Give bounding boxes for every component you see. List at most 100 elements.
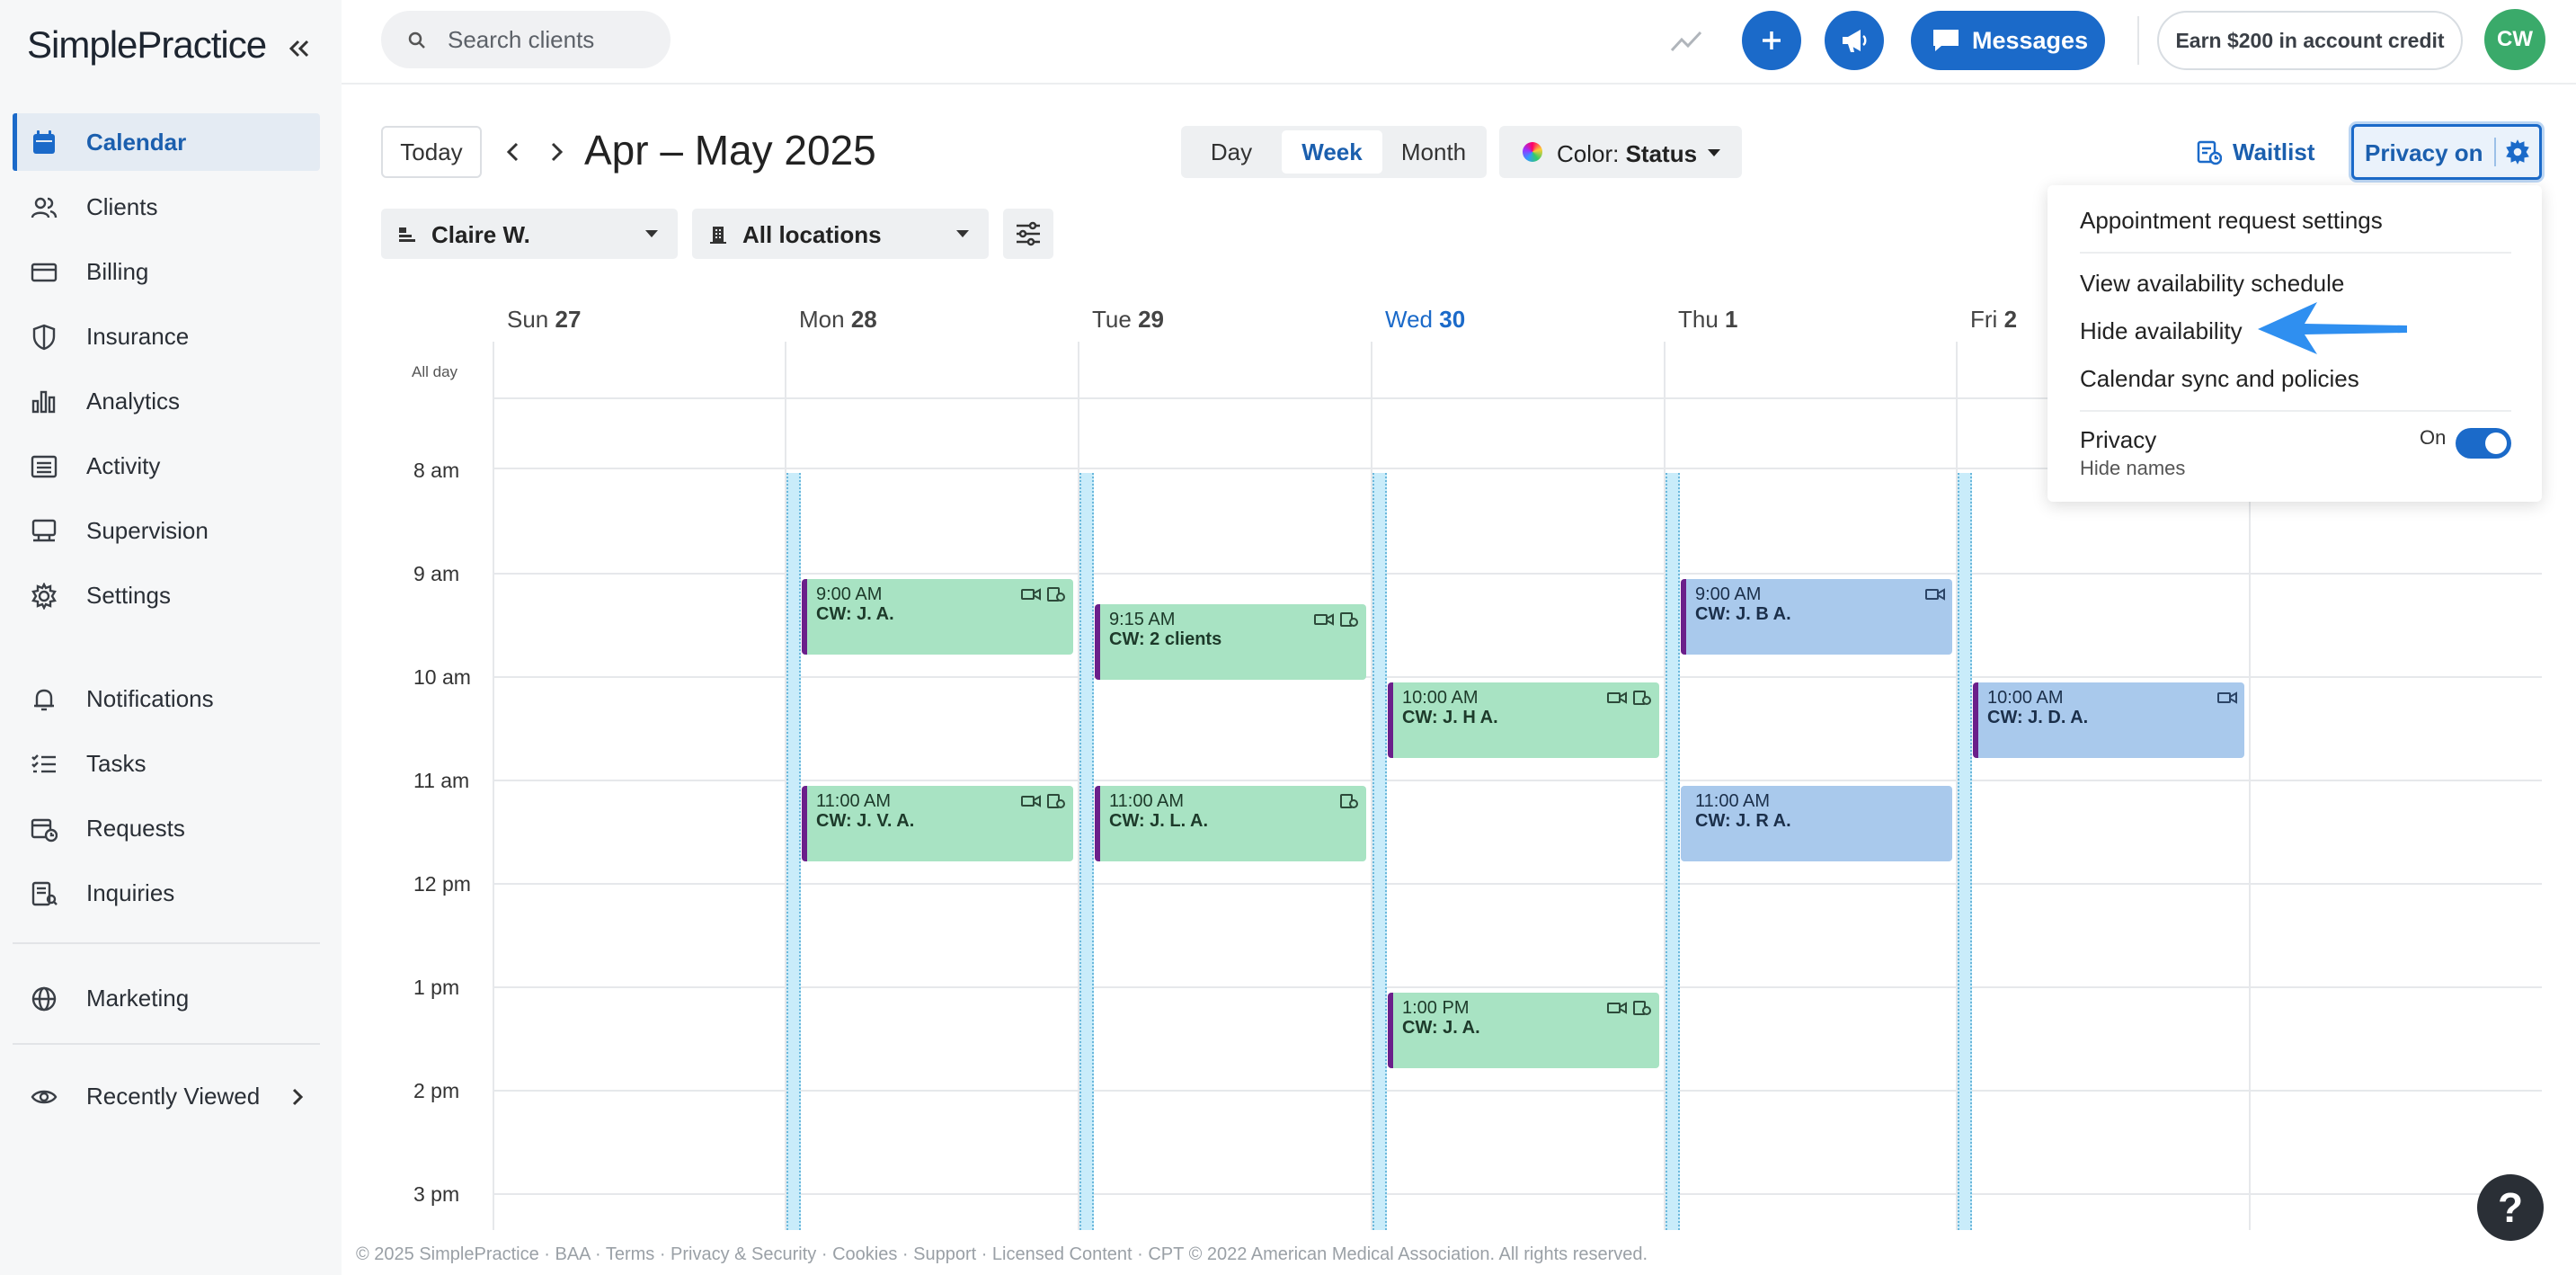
- sidebar-item-marketing[interactable]: Marketing: [13, 969, 320, 1027]
- privacy-button-divider: [2494, 138, 2496, 166]
- day-name: Tue: [1092, 306, 1132, 333]
- search-input[interactable]: [448, 23, 654, 56]
- sidebar-item-label: Supervision: [86, 516, 209, 544]
- menu-item-hide-availability[interactable]: Hide availability: [2080, 317, 2243, 345]
- today-button[interactable]: Today: [381, 126, 482, 178]
- avatar[interactable]: CW: [2484, 9, 2545, 70]
- location-dropdown[interactable]: All locations: [692, 209, 989, 259]
- next-button[interactable]: [541, 137, 572, 167]
- color-status-dropdown[interactable]: Color: Status: [1499, 126, 1742, 178]
- sidebar-item-recently-viewed[interactable]: Recently Viewed: [13, 1067, 320, 1125]
- waitlist-button[interactable]: Waitlist: [2197, 131, 2314, 173]
- help-button[interactable]: ?: [2477, 1174, 2544, 1241]
- collapse-sidebar-button[interactable]: [280, 31, 316, 67]
- calendar-check-icon: [1340, 612, 1358, 627]
- double-chevron-left-icon: [289, 40, 309, 58]
- day-header-fri[interactable]: Fri 2: [1970, 306, 2017, 334]
- appointment-card[interactable]: 9:00 AM CW: J. B A.: [1681, 579, 1952, 655]
- menu-item-appointment-request-settings[interactable]: Appointment request settings: [2080, 207, 2383, 235]
- menu-item-view-availability-schedule[interactable]: View availability schedule: [2080, 270, 2344, 298]
- day-header-tue[interactable]: Tue 29: [1092, 306, 1164, 334]
- messages-button[interactable]: Messages: [1911, 11, 2105, 70]
- day-name: Sun: [507, 306, 549, 333]
- menu-item-calendar-sync[interactable]: Calendar sync and policies: [2080, 365, 2359, 393]
- appointment-card[interactable]: 10:00 AM CW: J. D. A.: [1973, 682, 2244, 758]
- day-number: 30: [1439, 306, 1466, 333]
- sidebar-item-requests[interactable]: Requests: [13, 799, 320, 857]
- logo[interactable]: SimplePractice: [27, 23, 267, 67]
- appointment-client: CW: J. A.: [1402, 1018, 1480, 1038]
- day-name: Thu: [1678, 306, 1719, 333]
- previous-button[interactable]: [498, 137, 529, 167]
- sidebar-item-billing[interactable]: Billing: [13, 243, 320, 300]
- view-switcher: Day Week Month: [1181, 126, 1487, 178]
- video-icon: [1314, 613, 1334, 626]
- appointment-card[interactable]: 9:00 AM CW: J. A.: [802, 579, 1073, 655]
- messages-label: Messages: [1972, 27, 2089, 54]
- privacy-toggle-button[interactable]: Privacy on: [2351, 124, 2542, 180]
- sliders-icon: [1017, 221, 1040, 246]
- availability-block[interactable]: [786, 473, 801, 1230]
- grid-column-line: [493, 342, 494, 1230]
- sidebar-item-inquiries[interactable]: Inquiries: [13, 864, 320, 922]
- day-header-sun[interactable]: Sun 27: [507, 306, 581, 334]
- gear-icon[interactable]: [2503, 138, 2532, 166]
- sidebar-item-label: Calendar: [86, 128, 187, 156]
- sidebar-item-clients[interactable]: Clients: [13, 178, 320, 236]
- availability-block[interactable]: [1372, 473, 1387, 1230]
- sidebar-divider: [13, 1043, 320, 1045]
- menu-divider: [2080, 252, 2511, 254]
- appointment-client: CW: 2 clients: [1109, 629, 1222, 649]
- filter-settings-button[interactable]: [1003, 209, 1053, 259]
- day-header-thu[interactable]: Thu 1: [1678, 306, 1738, 334]
- arrow-pointer-icon: [2258, 302, 2407, 354]
- privacy-toggle-switch[interactable]: [2456, 428, 2511, 459]
- appointment-card[interactable]: 11:00 AM CW: J. R A.: [1681, 786, 1952, 861]
- appointment-card[interactable]: 1:00 PM CW: J. A.: [1388, 993, 1659, 1068]
- view-day-button[interactable]: Day: [1186, 130, 1276, 174]
- earn-credit-button[interactable]: Earn $200 in account credit: [2157, 11, 2463, 70]
- sidebar-item-label: Marketing: [86, 984, 190, 1012]
- appointment-client: CW: J. R A.: [1695, 811, 1791, 831]
- day-header-wed[interactable]: Wed 30: [1385, 306, 1465, 334]
- appointment-card[interactable]: 9:15 AM CW: 2 clients: [1095, 604, 1366, 680]
- list-icon: [31, 453, 58, 480]
- sidebar-item-label: Billing: [86, 257, 149, 285]
- bar-chart-icon: [31, 388, 58, 415]
- sidebar-item-notifications[interactable]: Notifications: [13, 670, 320, 727]
- add-button[interactable]: [1742, 11, 1801, 70]
- time-label: 11 am: [413, 769, 470, 792]
- date-range-title: Apr – May 2025: [584, 127, 876, 174]
- view-week-button[interactable]: Week: [1282, 130, 1382, 174]
- availability-block[interactable]: [1666, 473, 1680, 1230]
- bell-icon: [31, 686, 58, 713]
- sidebar-item-supervision[interactable]: Supervision: [13, 502, 320, 559]
- view-month-button[interactable]: Month: [1386, 130, 1481, 174]
- sidebar-item-activity[interactable]: Activity: [13, 437, 320, 495]
- availability-block[interactable]: [1958, 473, 1972, 1230]
- privacy-subtitle: Hide names: [2080, 457, 2186, 479]
- calendar-check-icon: [1633, 691, 1651, 705]
- clinician-dropdown[interactable]: Claire W.: [381, 209, 678, 259]
- chat-bubble-icon: [1933, 30, 1959, 51]
- day-name: Mon: [799, 306, 845, 333]
- day-number: 29: [1138, 306, 1164, 333]
- day-name: Wed: [1385, 306, 1433, 333]
- announcements-button[interactable]: [1825, 11, 1884, 70]
- appointment-card[interactable]: 10:00 AM CW: J. H A.: [1388, 682, 1659, 758]
- sidebar-item-calendar[interactable]: Calendar: [13, 113, 320, 171]
- video-icon: [1021, 795, 1041, 807]
- eye-icon: [31, 1083, 58, 1110]
- trend-icon[interactable]: [1668, 23, 1704, 59]
- video-icon: [1021, 588, 1041, 601]
- waitlist-icon: [2197, 140, 2222, 165]
- sidebar-item-tasks[interactable]: Tasks: [13, 735, 320, 792]
- availability-block[interactable]: [1079, 473, 1094, 1230]
- sidebar-item-analytics[interactable]: Analytics: [13, 372, 320, 430]
- sidebar-item-insurance[interactable]: Insurance: [13, 308, 320, 365]
- day-header-mon[interactable]: Mon 28: [799, 306, 877, 334]
- sidebar-item-settings[interactable]: Settings: [13, 566, 320, 624]
- sidebar-item-label: Inquiries: [86, 878, 175, 906]
- appointment-card[interactable]: 11:00 AM CW: J. V. A.: [802, 786, 1073, 861]
- appointment-card[interactable]: 11:00 AM CW: J. L. A.: [1095, 786, 1366, 861]
